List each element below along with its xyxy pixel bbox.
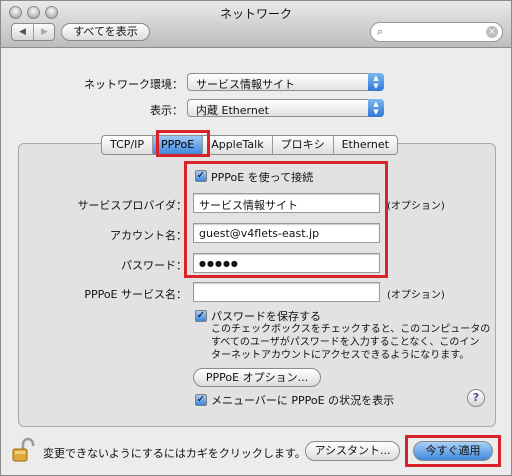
- apply-button-highlight: [405, 435, 501, 467]
- service-name-field[interactable]: [193, 282, 380, 302]
- title-bar: ネットワーク ◀ ▶ すべてを表示 ⌕ ×: [1, 1, 511, 48]
- show-popup[interactable]: 内蔵 Ethernet ▲ ▼: [187, 99, 384, 117]
- pppoe-options-button[interactable]: PPPoE オプション...: [193, 368, 321, 387]
- popup-arrows-icon: ▲ ▼: [368, 99, 384, 117]
- tab-appletalk[interactable]: AppleTalk: [203, 136, 273, 154]
- search-input[interactable]: ⌕ ×: [370, 22, 503, 42]
- network-preferences-window: ネットワーク ◀ ▶ すべてを表示 ⌕ × ネットワーク環境： サービス情報サイ…: [0, 0, 512, 476]
- menu-status-label: メニューバーに PPPoE の状況を表示: [211, 394, 395, 407]
- tab-bar: TCP/IP PPPoE AppleTalk プロキシ Ethernet: [101, 135, 398, 155]
- show-value: 内蔵 Ethernet: [196, 104, 269, 117]
- lock-instruction-text: 変更できないようにするにはカギをクリックします。: [43, 447, 306, 460]
- window-title: ネットワーク: [219, 7, 292, 21]
- show-all-button[interactable]: すべてを表示: [61, 23, 150, 41]
- pppoe-tab-highlight: [156, 130, 210, 157]
- back-forward-control: ◀ ▶: [11, 23, 55, 41]
- menu-status-checkbox[interactable]: ✓: [195, 394, 207, 406]
- save-password-note-1: このチェックボックスをチェックすると、このコンピュータの: [211, 324, 491, 335]
- provider-label: サービスプロバイダ：: [77, 199, 187, 212]
- pppoe-fields-highlight: [184, 161, 388, 278]
- assistant-button[interactable]: アシスタント...: [305, 441, 400, 461]
- provider-optional-label: (オプション): [387, 201, 445, 212]
- tab-proxy[interactable]: プロキシ: [273, 136, 334, 154]
- popup-arrows-icon: ▲ ▼: [368, 73, 384, 91]
- save-password-note-2: すべてのユーザがパスワードを入力することなく、このイン: [211, 337, 480, 348]
- search-icon: ⌕: [377, 25, 384, 38]
- service-name-optional-label: (オプション): [387, 290, 445, 301]
- save-password-note-3: ターネットアカウントにアクセスできるようになります。: [211, 350, 470, 361]
- environment-value: サービス情報サイト: [196, 78, 295, 91]
- back-arrow-icon[interactable]: ◀: [12, 24, 34, 40]
- clear-icon[interactable]: ×: [486, 26, 498, 38]
- account-label: アカウント名：: [110, 229, 187, 242]
- save-password-checkbox[interactable]: ✓: [195, 310, 207, 322]
- environment-label: ネットワーク環境：: [84, 78, 183, 91]
- environment-popup[interactable]: サービス情報サイト ▲ ▼: [187, 73, 384, 91]
- service-name-label: PPPoE サービス名：: [84, 288, 187, 301]
- save-password-label: パスワードを保存する: [211, 310, 321, 323]
- lock-open-icon[interactable]: [11, 437, 35, 463]
- tab-tcpip[interactable]: TCP/IP: [102, 136, 153, 154]
- forward-arrow-icon[interactable]: ▶: [34, 24, 55, 40]
- help-icon[interactable]: ?: [467, 389, 485, 407]
- tab-ethernet[interactable]: Ethernet: [334, 136, 397, 154]
- password-label: パスワード：: [121, 259, 187, 272]
- show-label: 表示：: [150, 104, 183, 117]
